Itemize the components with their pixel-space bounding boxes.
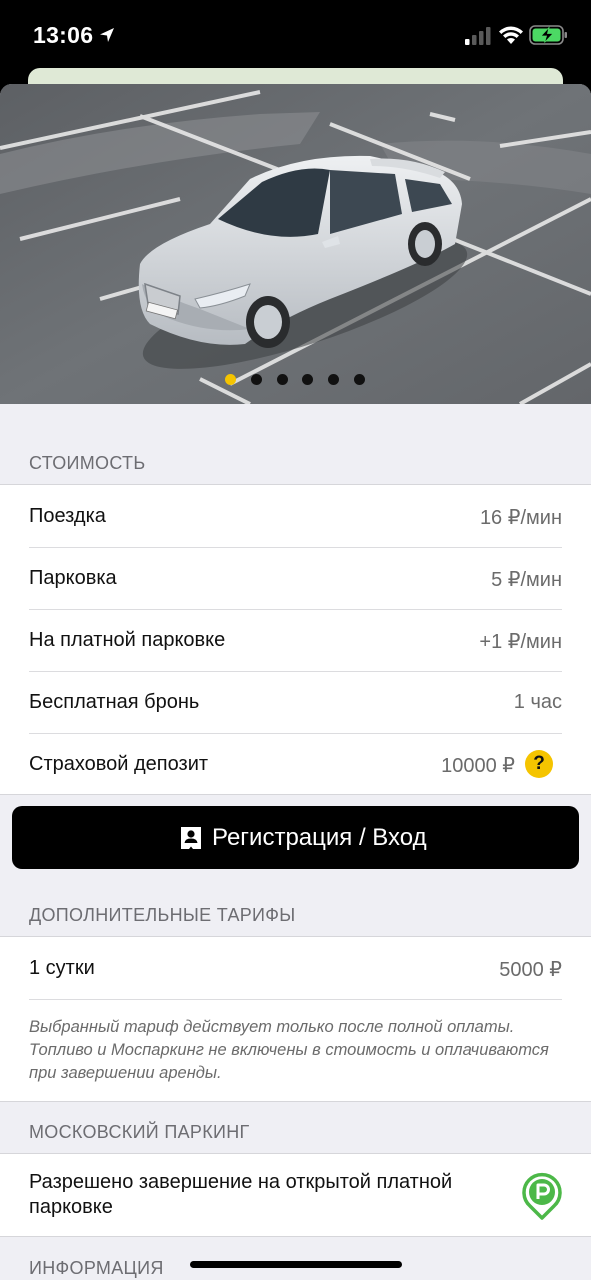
row-value: 16 ₽/мин [479,507,562,529]
car-photo-gallery[interactable] [0,84,591,404]
pricing-group: Поездка 16 ₽/мин Парковка 5 ₽/мин На пла… [0,484,591,795]
cellular-signal-icon [465,27,491,45]
gallery-dot[interactable] [354,374,365,385]
car-details-sheet[interactable]: СТОИМОСТЬ Поездка 16 ₽/мин Парковка 5 ₽/… [0,84,591,1280]
car-photo [0,84,591,404]
row-label: Страховой депозит [29,753,209,775]
price-row-paid-parking: На платной парковке +1 ₽/мин [0,609,591,671]
gallery-dot[interactable] [277,374,288,385]
price-row-deposit: Страховой депозит 10000 ₽ ? [0,733,591,795]
button-label: Регистрация / Вход [212,824,427,851]
register-login-button[interactable]: Регистрация / Вход [12,806,579,869]
section-header-extra-tariffs: ДОПОЛНИТЕЛЬНЫЕ ТАРИФЫ [0,896,591,936]
row-value: +1 ₽/мин [479,631,562,653]
row-value: 5 ₽/мин [491,569,562,591]
status-bar: 13:06 [0,0,591,70]
location-arrow-icon [100,28,114,42]
row-label: 1 сутки [29,957,95,979]
tariff-note: Выбранный тариф действует только после п… [0,999,591,1101]
row-label: На платной парковке [29,629,226,651]
contact-card-icon [181,827,201,849]
tariff-row-day[interactable]: 1 сутки 5000 ₽ [0,937,591,999]
battery-charging-icon [529,25,567,45]
wifi-icon [499,26,523,44]
gallery-dot[interactable] [328,374,339,385]
section-header-moscow-parking: МОСКОВСКИЙ ПАРКИНГ [0,1113,591,1153]
gallery-dot[interactable] [251,374,262,385]
row-value: 10000 ₽ [441,755,515,777]
parking-pin-icon [522,1172,562,1220]
row-label: Поездка [29,505,106,527]
moscow-parking-group: Разрешено завершение на открытой платной… [0,1153,591,1237]
section-header-label: ДОПОЛНИТЕЛЬНЫЕ ТАРИФЫ [29,905,296,925]
row-value: 5000 ₽ [499,959,562,981]
parking-permission-text: Разрешено завершение на открытой платной… [29,1171,453,1218]
home-indicator[interactable] [190,1261,402,1268]
gallery-dot[interactable] [225,374,236,385]
gallery-dot[interactable] [302,374,313,385]
extra-tariffs-group: 1 сутки 5000 ₽ Выбранный тариф действует… [0,936,591,1102]
parking-permission-row: Разрешено завершение на открытой платной… [0,1154,591,1236]
gallery-page-indicator[interactable] [0,374,591,388]
section-header-label: СТОИМОСТЬ [29,453,146,473]
price-row-parking: Парковка 5 ₽/мин [0,547,591,609]
price-row-trip: Поездка 16 ₽/мин [0,485,591,547]
section-header-label: МОСКОВСКИЙ ПАРКИНГ [29,1122,250,1142]
price-row-free-booking: Бесплатная бронь 1 час [0,671,591,733]
row-label: Бесплатная бронь [29,691,200,713]
question-help-icon[interactable]: ? [525,750,553,778]
row-label: Парковка [29,567,117,589]
section-header-label: ИНФОРМАЦИЯ [29,1258,164,1278]
row-value: 1 час [513,691,562,713]
section-header-pricing: СТОИМОСТЬ [0,444,591,484]
status-time: 13:06 [33,22,94,48]
